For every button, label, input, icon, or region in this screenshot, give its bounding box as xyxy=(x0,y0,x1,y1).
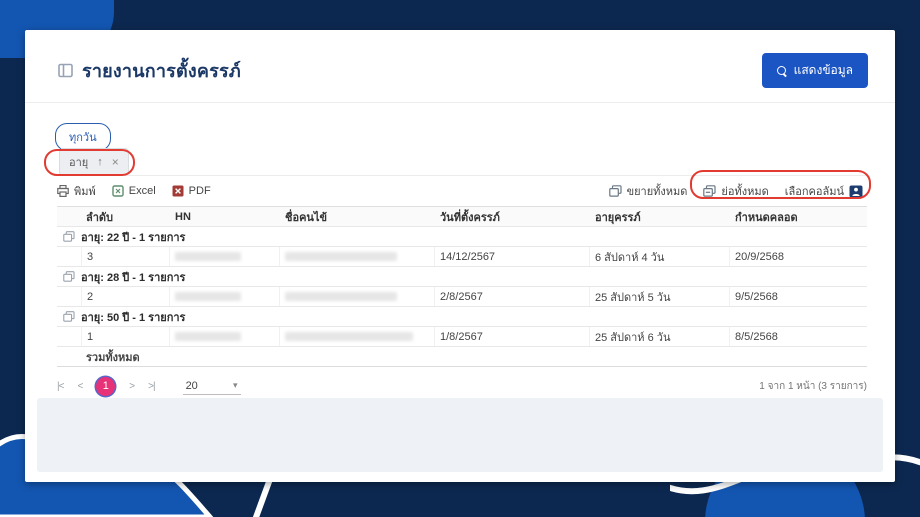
group-chip-label: อายุ xyxy=(69,156,89,169)
cell-gestational-age: 25 สัปดาห์ 6 วัน xyxy=(590,327,730,346)
cell-pregnancy-date: 14/12/2567 xyxy=(435,247,590,266)
print-label: พิมพ์ xyxy=(74,186,96,198)
cell-due-date: 20/9/2568 xyxy=(735,250,784,263)
first-page-button[interactable]: |< xyxy=(57,381,65,392)
collapse-all-button[interactable]: ย่อทั้งหมด xyxy=(703,182,769,200)
previous-page-button[interactable]: < xyxy=(77,381,83,392)
print-button[interactable]: พิมพ์ xyxy=(57,182,96,200)
group-row[interactable]: อายุ: 28 ปี - 1 รายการ xyxy=(57,267,867,287)
pregnancy-table: ลำดับ HN ชื่อคนไข้ วันที่ตั้งครรภ์ อายุค… xyxy=(57,206,867,367)
printer-icon xyxy=(57,185,69,197)
cell-pregnancy-date: 2/8/2567 xyxy=(435,287,590,306)
group-label: อายุ: 50 ปี - 1 รายการ xyxy=(81,311,186,324)
cell-pregnancy-date: 1/8/2567 xyxy=(435,327,590,346)
current-page-button[interactable]: 1 xyxy=(96,376,116,396)
report-icon xyxy=(58,63,73,78)
collapse-group-icon[interactable] xyxy=(63,311,75,322)
redacted-patient-name xyxy=(280,327,435,346)
header-gestational-age[interactable]: อายุครรภ์ xyxy=(590,208,730,226)
table-row[interactable]: 3 14/12/2567 6 สัปดาห์ 4 วัน 20/9/2568 xyxy=(57,247,867,267)
header-due-date[interactable]: กำหนดคลอด xyxy=(730,208,867,226)
expand-all-button[interactable]: ขยายทั้งหมด xyxy=(608,182,688,200)
page-info: 1 จาก 1 หน้า (3 รายการ) xyxy=(759,380,867,392)
page-size-value: 20 xyxy=(185,379,198,392)
excel-file-icon xyxy=(112,185,124,197)
redacted-hn xyxy=(170,247,280,266)
header-hn[interactable]: HN xyxy=(170,211,280,223)
app-background: รายงานการตั้งครรภ์ แสดงข้อมูล ทุกวัน อาย… xyxy=(0,0,920,517)
export-pdf-button[interactable]: PDF xyxy=(172,185,211,197)
group-label: อายุ: 28 ปี - 1 รายการ xyxy=(81,271,186,284)
data-grid: อายุ ↑ × พิมพ์ Excel PDF ขยายทั้งหมด ย่อ… xyxy=(57,147,867,401)
pagination-bar: |< < 1 > >| 20 ▾ 1 จาก 1 หน้า (3 รายการ) xyxy=(57,367,867,401)
header-patient-name[interactable]: ชื่อคนไข้ xyxy=(280,208,435,226)
expand-all-icon xyxy=(608,185,622,197)
cell-due-date: 9/5/2568 xyxy=(735,290,778,303)
redacted-hn xyxy=(170,327,280,346)
pdf-label: PDF xyxy=(188,185,211,197)
redacted-patient-name xyxy=(280,287,435,306)
table-header-row: ลำดับ HN ชื่อคนไข้ วันที่ตั้งครรภ์ อายุค… xyxy=(57,206,867,227)
collapse-group-icon[interactable] xyxy=(63,271,75,282)
empty-bottom-panel xyxy=(37,398,883,472)
group-panel: อายุ ↑ × xyxy=(57,147,867,176)
column-chooser-icon xyxy=(849,185,863,198)
total-label: รวมทั้งหมด xyxy=(86,351,140,364)
group-by-age-chip[interactable]: อายุ ↑ × xyxy=(59,147,129,176)
grid-toolbar: พิมพ์ Excel PDF ขยายทั้งหมด ย่อทั้งหมด เ… xyxy=(57,176,867,206)
collapse-group-icon[interactable] xyxy=(63,231,75,242)
cell-gestational-age: 6 สัปดาห์ 4 วัน xyxy=(590,247,730,266)
choose-columns-label: เลือกคอลัมน์ xyxy=(784,186,844,198)
collapse-all-icon xyxy=(703,185,717,197)
show-data-label: แสดงข้อมูล xyxy=(793,63,853,77)
header-seq[interactable]: ลำดับ xyxy=(81,208,170,226)
page-title: รายงานการตั้งครรภ์ xyxy=(82,61,241,81)
page-size-select[interactable]: 20 ▾ xyxy=(182,378,241,395)
next-page-button[interactable]: > xyxy=(129,381,135,392)
group-label: อายุ: 22 ปี - 1 รายการ xyxy=(81,231,186,244)
export-excel-button[interactable]: Excel xyxy=(112,185,156,197)
search-icon xyxy=(776,65,787,76)
cell-seq: 2 xyxy=(81,287,170,306)
excel-label: Excel xyxy=(128,185,156,197)
show-data-button[interactable]: แสดงข้อมูล xyxy=(761,53,868,88)
group-row[interactable]: อายุ: 22 ปี - 1 รายการ xyxy=(57,227,867,247)
table-row[interactable]: 2 2/8/2567 25 สัปดาห์ 5 วัน 9/5/2568 xyxy=(57,287,867,307)
total-row: รวมทั้งหมด xyxy=(57,347,867,367)
pdf-file-icon xyxy=(172,185,184,197)
last-page-button[interactable]: >| xyxy=(148,381,156,392)
table-row[interactable]: 1 1/8/2567 25 สัปดาห์ 6 วัน 8/5/2568 xyxy=(57,327,867,347)
redacted-hn xyxy=(170,287,280,306)
all-days-filter-chip[interactable]: ทุกวัน xyxy=(55,123,111,151)
cell-seq: 3 xyxy=(81,247,170,266)
expand-all-label: ขยายทั้งหมด xyxy=(626,186,688,198)
header-pregnancy-date[interactable]: วันที่ตั้งครรภ์ xyxy=(435,208,590,226)
report-card: รายงานการตั้งครรภ์ แสดงข้อมูล ทุกวัน อาย… xyxy=(25,30,895,482)
cell-gestational-age: 25 สัปดาห์ 5 วัน xyxy=(590,287,730,306)
caret-down-icon: ▾ xyxy=(233,380,238,390)
remove-group-icon[interactable]: × xyxy=(112,155,119,169)
group-row[interactable]: อายุ: 50 ปี - 1 รายการ xyxy=(57,307,867,327)
cell-due-date: 8/5/2568 xyxy=(735,330,778,343)
choose-columns-button[interactable]: เลือกคอลัมน์ xyxy=(785,182,863,200)
redacted-patient-name xyxy=(280,247,435,266)
card-header: รายงานการตั้งครรภ์ แสดงข้อมูล xyxy=(25,30,895,103)
sort-ascending-icon[interactable]: ↑ xyxy=(97,156,103,168)
collapse-all-label: ย่อทั้งหมด xyxy=(721,186,769,198)
cell-seq: 1 xyxy=(81,327,170,346)
